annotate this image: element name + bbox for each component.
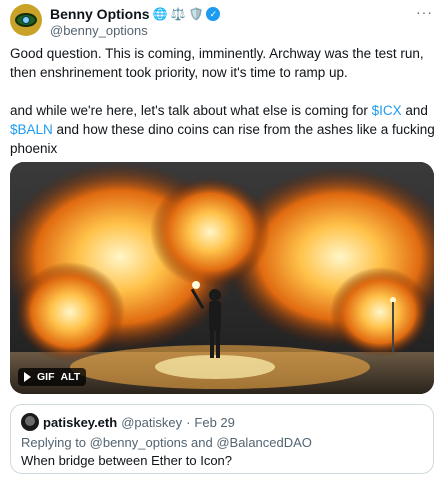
alt-label[interactable]: ALT: [61, 371, 81, 383]
tweet-line: then enshrinement took priority, now it'…: [10, 65, 348, 80]
more-options-icon[interactable]: ···: [416, 4, 433, 20]
globe-icon: 🌐: [152, 7, 168, 21]
tweet-paragraph: $BALN and how these dino coins can rise …: [10, 120, 435, 139]
tweet-header: Benny Options 🌐 ⚖️ 🛡️ ✓ @benny_options ·…: [10, 4, 435, 40]
quoted-replying-to: Replying to @benny_options and @Balanced…: [21, 435, 312, 450]
author-name-row: Benny Options 🌐 ⚖️ 🛡️ ✓: [50, 6, 221, 22]
phoenix-fire-image: [10, 162, 434, 394]
tweet-text-segment: and how these dino coins can rise from t…: [52, 122, 435, 137]
tweet-paragraph: and while we're here, let's talk about w…: [10, 101, 435, 120]
quoted-author-name: patiskey.eth: [43, 414, 118, 430]
quoted-date: Feb 29: [194, 414, 235, 430]
quoted-author-avatar: [21, 413, 39, 431]
author-avatar[interactable]: [10, 4, 42, 36]
scales-icon: ⚖️: [170, 7, 186, 21]
quoted-tweet-text: When bridge between Ether to Icon?: [21, 453, 233, 468]
cashtag-icx-link[interactable]: $ICX: [372, 103, 402, 118]
verified-badge-icon: ✓: [206, 7, 221, 21]
gif-label: GIF: [37, 371, 55, 383]
play-icon[interactable]: [24, 372, 31, 382]
tweet-text-segment: and while we're here, let's talk about w…: [10, 103, 372, 118]
tweet-text-segment: and: [401, 103, 428, 118]
author-handle[interactable]: @benny_options: [50, 23, 148, 38]
tweet-line: phoenix: [10, 141, 58, 156]
shield-icon: 🛡️: [188, 7, 204, 21]
quoted-tweet-header: patiskey.eth @patiskey · Feb 29: [21, 413, 235, 431]
quoted-separator: ·: [186, 414, 191, 430]
cashtag-baln-link[interactable]: $BALN: [10, 122, 53, 137]
quoted-tweet[interactable]: patiskey.eth @patiskey · Feb 29 Replying…: [10, 404, 434, 474]
author-display-name[interactable]: Benny Options: [50, 6, 150, 22]
quoted-author-handle: @patiskey: [121, 414, 183, 430]
eye-pupil: [22, 16, 30, 24]
gif-badge[interactable]: GIF ALT: [18, 368, 87, 386]
tweet-line: Good question. This is coming, imminentl…: [10, 46, 424, 61]
tweet-text: Good question. This is coming, imminentl…: [10, 44, 435, 158]
gif-media[interactable]: GIF ALT: [10, 162, 434, 394]
